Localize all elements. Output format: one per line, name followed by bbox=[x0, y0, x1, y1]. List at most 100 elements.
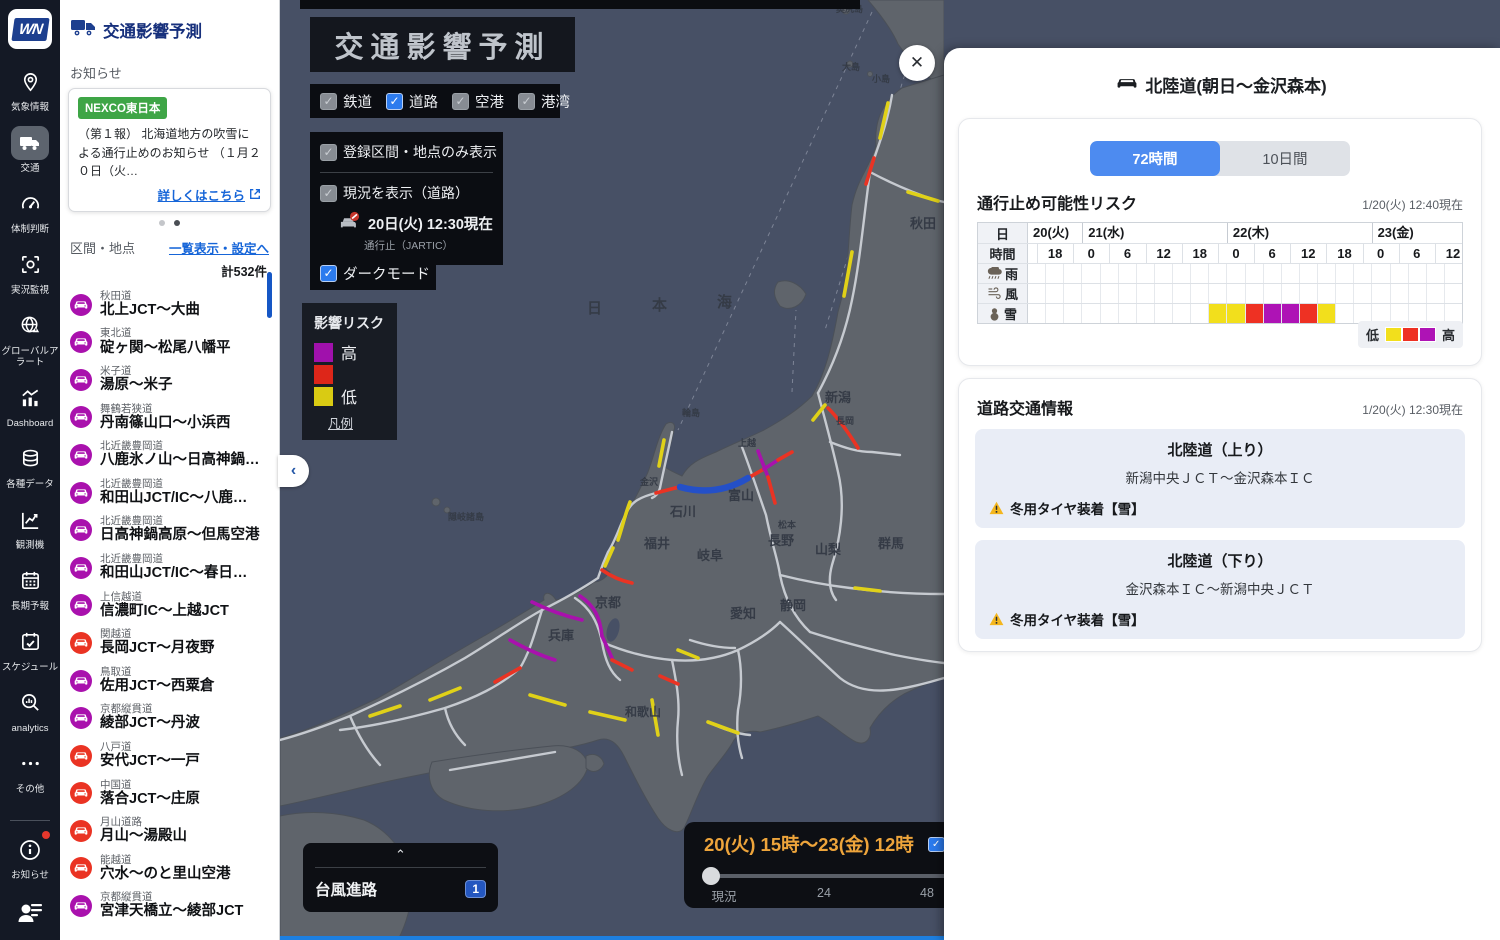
svg-text:京都: 京都 bbox=[595, 595, 621, 610]
list-item[interactable]: 関越道 長岡JCT～月夜野 bbox=[70, 624, 279, 662]
list-item[interactable]: 米子道 湯原～米子 bbox=[70, 361, 279, 399]
database-icon bbox=[11, 442, 49, 476]
list-item[interactable]: 北近畿豊岡道 日高神鍋高原～但馬空港 bbox=[70, 511, 279, 549]
app-window: WN 気象情報 交通 体制判断 実況監視 bbox=[0, 0, 1500, 940]
nav-analytics[interactable]: analytics bbox=[0, 686, 60, 735]
list-item[interactable]: 中国道 落合JCT～庄原 bbox=[70, 775, 279, 813]
risk-day-row: 20(火)21(水)22(木)23(金) bbox=[1028, 223, 1462, 243]
nav-weather[interactable]: 気象情報 bbox=[0, 65, 60, 114]
nav-longterm[interactable]: 長期予報 bbox=[0, 564, 60, 613]
svg-text:岐阜: 岐阜 bbox=[697, 548, 723, 563]
list-item[interactable]: 能越道 穴水～のと里山空港 bbox=[70, 850, 279, 888]
period-tab[interactable]: 72時間 bbox=[1090, 141, 1220, 176]
nav-dashboard[interactable]: Dashboard bbox=[0, 381, 60, 430]
risk-hour-row: 180612180612180612 bbox=[1028, 244, 1462, 263]
dashboard-chart-icon bbox=[11, 381, 49, 415]
risk-updated-at: 1/20(火) 12:40現在 bbox=[1362, 196, 1463, 213]
traffic-info-item[interactable]: 北陸道（上り） 新潟中央ＪＣＴ～金沢森本ＩＣ 冬用タイヤ装着【雪】 bbox=[975, 429, 1465, 528]
icon-rail: WN 気象情報 交通 体制判断 実況監視 bbox=[0, 0, 60, 940]
svg-text:日: 日 bbox=[587, 300, 602, 317]
list-item[interactable]: 八戸道 安代JCT～一戸 bbox=[70, 737, 279, 775]
car-icon bbox=[70, 820, 92, 842]
carousel-dot[interactable] bbox=[159, 220, 165, 226]
nav-monitoring[interactable]: 実況監視 bbox=[0, 248, 60, 297]
nav-global-alert[interactable]: グローバルアラート bbox=[0, 309, 60, 370]
current-status-toggle[interactable]: ✓ 現況を表示（道路） bbox=[320, 183, 469, 203]
divider bbox=[320, 172, 493, 173]
svg-text:小島: 小島 bbox=[871, 73, 890, 84]
car-icon bbox=[70, 294, 92, 316]
list-item[interactable]: 北近畿豊岡道 和田山JCT/IC～春日… bbox=[70, 549, 279, 587]
svg-text:隠岐諸島: 隠岐諸島 bbox=[448, 511, 484, 522]
checkbox-icon: ✓ bbox=[928, 837, 944, 852]
risk-rain-cells bbox=[1028, 264, 1462, 283]
display-options-panel: ✓ 登録区間・地点のみ表示 ✓ 現況を表示（道路） 20日(火) 12:30現在… bbox=[310, 132, 503, 265]
darkmode-toggle[interactable]: ✓ ダークモード bbox=[320, 263, 430, 284]
time-slider-handle[interactable] bbox=[702, 867, 720, 885]
section-label: 区間・地点 bbox=[70, 238, 135, 257]
chevron-up-icon[interactable]: ⌃ bbox=[315, 847, 486, 863]
full-period-toggle[interactable]: ✓ 全期間 bbox=[928, 836, 944, 853]
nav-structure[interactable]: 体制判断 bbox=[0, 187, 60, 236]
nav-traffic[interactable]: 交通 bbox=[0, 126, 60, 175]
car-icon bbox=[70, 331, 92, 353]
list-item[interactable]: 北近畿豊岡道 和田山JCT/IC～八鹿… bbox=[70, 474, 279, 512]
sidebar-collapse-button[interactable]: ‹ bbox=[278, 455, 309, 487]
notice-detail-link[interactable]: 詳しくはこちら bbox=[78, 185, 261, 204]
list-scrollbar[interactable] bbox=[267, 272, 272, 318]
car-icon bbox=[70, 594, 92, 616]
notice-section-label: お知らせ bbox=[60, 53, 279, 88]
map-canvas[interactable]: 秋田新潟長岡上越富山金沢輪島石川福井長野松本群馬岐阜山梨愛知静岡京都兵庫和歌山日… bbox=[280, 0, 944, 940]
list-item[interactable]: 鳥取道 佐用JCT～西粟倉 bbox=[70, 662, 279, 700]
nav-observation[interactable]: 観測機 bbox=[0, 503, 60, 552]
legend-link[interactable]: 凡例 bbox=[328, 413, 385, 432]
time-slider-panel: 20(火) 15時～23(金) 12時 ✓ 全期間 現況244872 bbox=[684, 822, 944, 908]
wni-logo[interactable]: WN bbox=[8, 9, 52, 49]
notice-text: （第１報） 北海道地方の吹雪による通行止めのお知らせ （１月２０日（火… bbox=[78, 125, 261, 181]
layer-toggle[interactable]: ✓ 空港 bbox=[452, 91, 504, 112]
list-settings-link[interactable]: 一覧表示・設定へ bbox=[169, 238, 269, 257]
slider-tick-labels: 現況244872 bbox=[704, 886, 944, 900]
risk-low-swatch bbox=[314, 387, 333, 406]
list-item[interactable]: 月山道路 月山～湯殿山 bbox=[70, 812, 279, 850]
car-icon bbox=[70, 557, 92, 579]
car-icon bbox=[70, 707, 92, 729]
list-item[interactable]: 北近畿豊岡道 八鹿氷ノ山～日高神鍋… bbox=[70, 436, 279, 474]
nav-schedule[interactable]: スケジュール bbox=[0, 625, 60, 674]
period-tabs: 72時間 10日間 bbox=[1090, 141, 1350, 176]
layer-toggle[interactable]: ✓ 港湾 bbox=[518, 91, 570, 112]
list-item[interactable]: 上信越道 信濃町IC～上越JCT bbox=[70, 587, 279, 625]
nav-notifications[interactable]: お知らせ bbox=[0, 833, 60, 882]
list-item[interactable]: 秋田道 北上JCT～大曲 bbox=[70, 286, 279, 324]
notice-card[interactable]: NEXCO東日本 （第１報） 北海道地方の吹雪による通行止めのお知らせ （１月２… bbox=[68, 88, 271, 212]
panel-close-button[interactable]: ✕ bbox=[899, 45, 935, 81]
svg-text:静岡: 静岡 bbox=[780, 598, 806, 613]
gauge-icon bbox=[11, 187, 49, 221]
period-tab[interactable]: 10日間 bbox=[1220, 141, 1350, 176]
registered-only-toggle[interactable]: ✓ 登録区間・地点のみ表示 bbox=[320, 142, 497, 162]
carousel-dot-active[interactable] bbox=[174, 220, 180, 226]
external-link-icon bbox=[249, 188, 261, 200]
list-item[interactable]: 京都縦貫道 綾部JCT～丹波 bbox=[70, 699, 279, 737]
svg-text:松本: 松本 bbox=[778, 519, 797, 530]
list-item[interactable]: 東北道 碇ヶ関～松尾八幡平 bbox=[70, 323, 279, 361]
list-item[interactable]: 京都縦貫道 宮津天橋立～綾部JCT bbox=[70, 887, 279, 925]
notification-badge bbox=[42, 831, 50, 839]
layer-toggle[interactable]: ✓ 鉄道 bbox=[320, 91, 372, 112]
traffic-info-item[interactable]: 北陸道（下り） 金沢森本ＩＣ～新潟中央ＪＣＴ 冬用タイヤ装着【雪】 bbox=[975, 540, 1465, 639]
notice-carousel-dots[interactable] bbox=[60, 220, 279, 226]
nav-account-menu[interactable] bbox=[0, 894, 60, 928]
current-status-time: 20日(火) 12:30現在 bbox=[368, 213, 493, 234]
current-status-source: 通行止（JARTIC） bbox=[364, 238, 493, 253]
traffic-card-list: 北陸道（上り） 新潟中央ＪＣＴ～金沢森本ＩＣ 冬用タイヤ装着【雪】 北陸道（下り… bbox=[959, 429, 1481, 639]
checkbox-icon: ✓ bbox=[452, 93, 469, 110]
map-top-strip bbox=[300, 0, 860, 9]
layer-toggle[interactable]: ✓ 道路 bbox=[386, 91, 438, 112]
traffic-truck-icon bbox=[70, 16, 96, 43]
nav-other[interactable]: その他 bbox=[0, 747, 60, 796]
list-item[interactable]: 舞鶴若狭道 丹南篠山口～小浜西 bbox=[70, 399, 279, 437]
nav-data[interactable]: 各種データ bbox=[0, 442, 60, 491]
checkbox-icon: ✓ bbox=[386, 93, 403, 110]
time-slider-track[interactable] bbox=[704, 874, 944, 878]
closed-road-icon bbox=[338, 211, 362, 235]
